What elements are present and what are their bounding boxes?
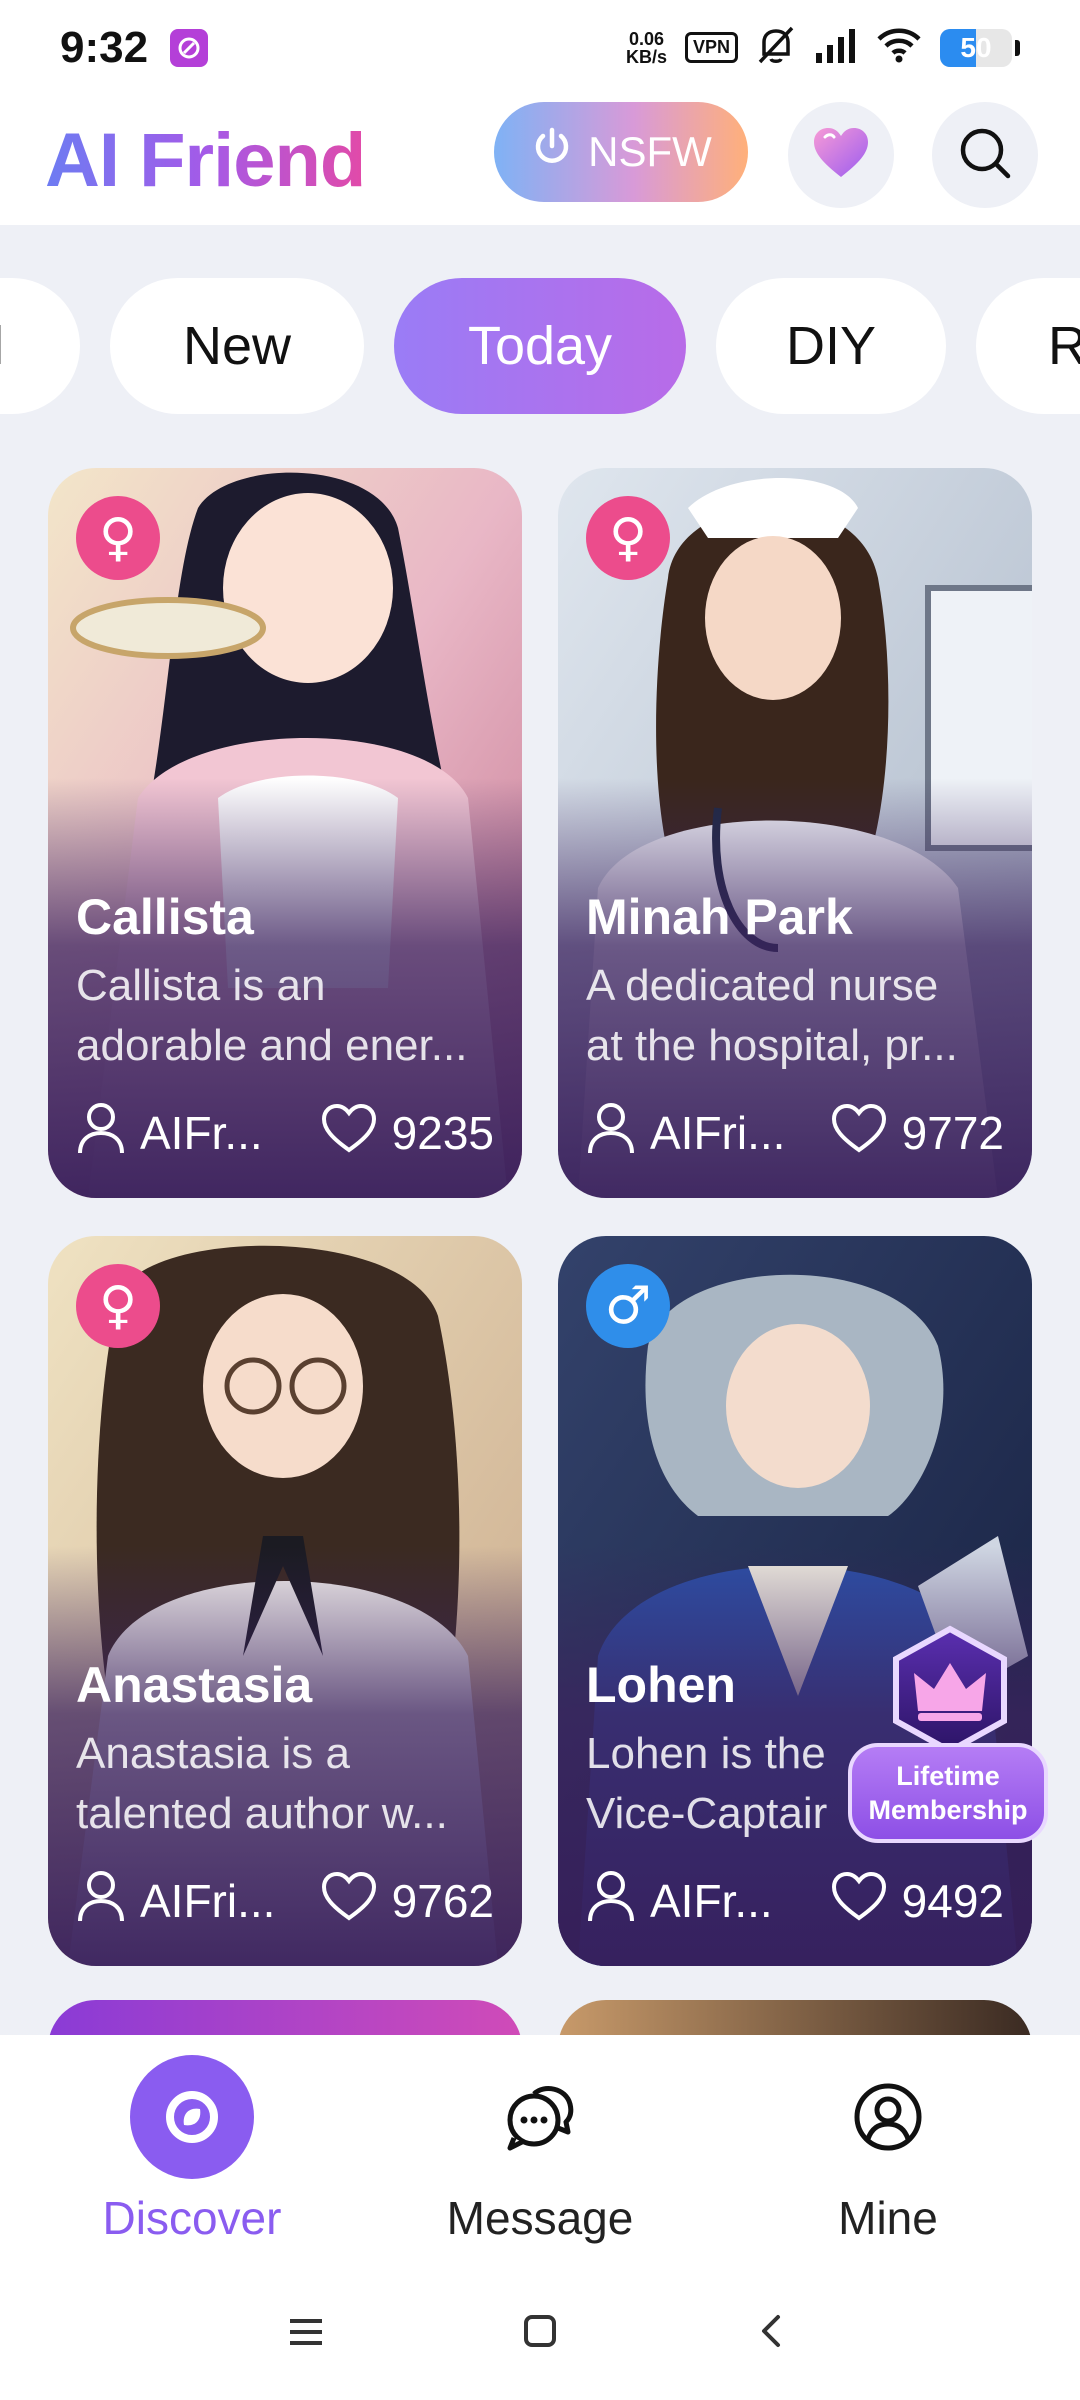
character-card-lohen[interactable]: ♂ Lohen Lohen is the Vice-Captair AIFr..… (558, 1236, 1032, 1966)
menu-icon[interactable] (288, 2315, 324, 2354)
bottom-navigation: Discover Message Mine (0, 2035, 1080, 2275)
signal-icon (814, 27, 858, 68)
male-gender-icon: ♂ (586, 1264, 670, 1348)
character-name: Minah Park (586, 889, 853, 945)
nav-discover[interactable]: Discover (42, 2055, 342, 2255)
heart-outline-icon (320, 1102, 378, 1165)
search-button[interactable] (932, 102, 1038, 208)
female-gender-icon: ♀ (76, 1264, 160, 1348)
heart-outline-icon (830, 1102, 888, 1165)
heart-icon (811, 125, 871, 186)
author-name: AIFr... (140, 1107, 263, 1159)
battery-icon: 50 (940, 28, 1020, 67)
female-gender-icon: ♀ (76, 496, 160, 580)
heart-outline-icon (320, 1870, 378, 1933)
like-count: 9235 (391, 1107, 494, 1159)
user-icon (76, 1101, 126, 1166)
tab-diy[interactable]: DIY (716, 278, 946, 414)
lifetime-membership-button[interactable]: Lifetime Membership (848, 1625, 1048, 1845)
character-card-minah-park[interactable]: ♀ Minah Park A dedicated nurse at the ho… (558, 468, 1032, 1198)
nsfw-label: NSFW (588, 128, 712, 175)
tab-today[interactable]: Today (394, 278, 686, 414)
user-icon (76, 1869, 126, 1934)
author-name: AIFr... (650, 1875, 773, 1927)
character-card-anastasia[interactable]: ♀ Anastasia Anastasia is a talented auth… (48, 1236, 522, 1966)
status-bar: 9:32 0.06 KB/s VPN 50 (0, 0, 1080, 95)
heart-outline-icon (830, 1870, 888, 1933)
character-description: A dedicated nurse at the hospital, pr... (586, 961, 958, 1070)
wifi-icon (876, 27, 922, 68)
author-name: AIFri... (140, 1875, 276, 1927)
app-title: AI Friend (45, 117, 366, 203)
status-time: 9:32 (60, 22, 149, 72)
nav-discover-label: Discover (102, 2192, 282, 2244)
favorites-button[interactable] (788, 102, 894, 208)
character-description: Anastasia is a talented author w... (76, 1729, 448, 1838)
power-icon (530, 125, 574, 179)
chat-bubbles-icon (478, 2055, 602, 2179)
tab-partial-left[interactable]: l (0, 278, 80, 414)
back-icon[interactable] (756, 2313, 786, 2354)
character-name: Anastasia (76, 1657, 313, 1713)
user-icon (586, 1101, 636, 1166)
crown-icon (893, 1625, 1007, 1755)
tab-new[interactable]: New (110, 278, 364, 414)
home-icon[interactable] (522, 2313, 558, 2354)
system-navigation-bar (0, 2275, 1080, 2400)
category-tabs: l New Today DIY R (0, 275, 1080, 415)
membership-line1: Lifetime (896, 1761, 1000, 1791)
like-count: 9492 (901, 1875, 1004, 1927)
character-card-callista[interactable]: ♀ Callista Callista is an adorable and e… (48, 468, 522, 1198)
nav-message-label: Message (446, 2192, 634, 2244)
like-count: 9762 (391, 1875, 494, 1927)
author-name: AIFri... (650, 1107, 786, 1159)
nav-mine[interactable]: Mine (738, 2055, 1038, 2255)
search-icon (958, 126, 1012, 185)
app-notification-icon (170, 28, 209, 67)
female-gender-icon: ♀ (586, 496, 670, 580)
bell-muted-icon (756, 24, 796, 71)
vpn-icon: VPN (684, 32, 738, 63)
character-description: Callista is an adorable and ener... (76, 961, 468, 1070)
nav-message[interactable]: Message (390, 2055, 690, 2255)
app-header: AI Friend NSFW (0, 95, 1080, 225)
tab-partial-right[interactable]: R (976, 278, 1080, 414)
profile-icon (826, 2055, 950, 2179)
compass-icon (130, 2055, 254, 2179)
nsfw-toggle-button[interactable]: NSFW (494, 102, 748, 202)
membership-line2: Membership (868, 1795, 1028, 1825)
character-name: Callista (76, 889, 254, 945)
nav-mine-label: Mine (838, 2192, 938, 2244)
user-icon (586, 1869, 636, 1934)
like-count: 9772 (901, 1107, 1004, 1159)
net-speed: 0.06 KB/s (625, 28, 667, 67)
